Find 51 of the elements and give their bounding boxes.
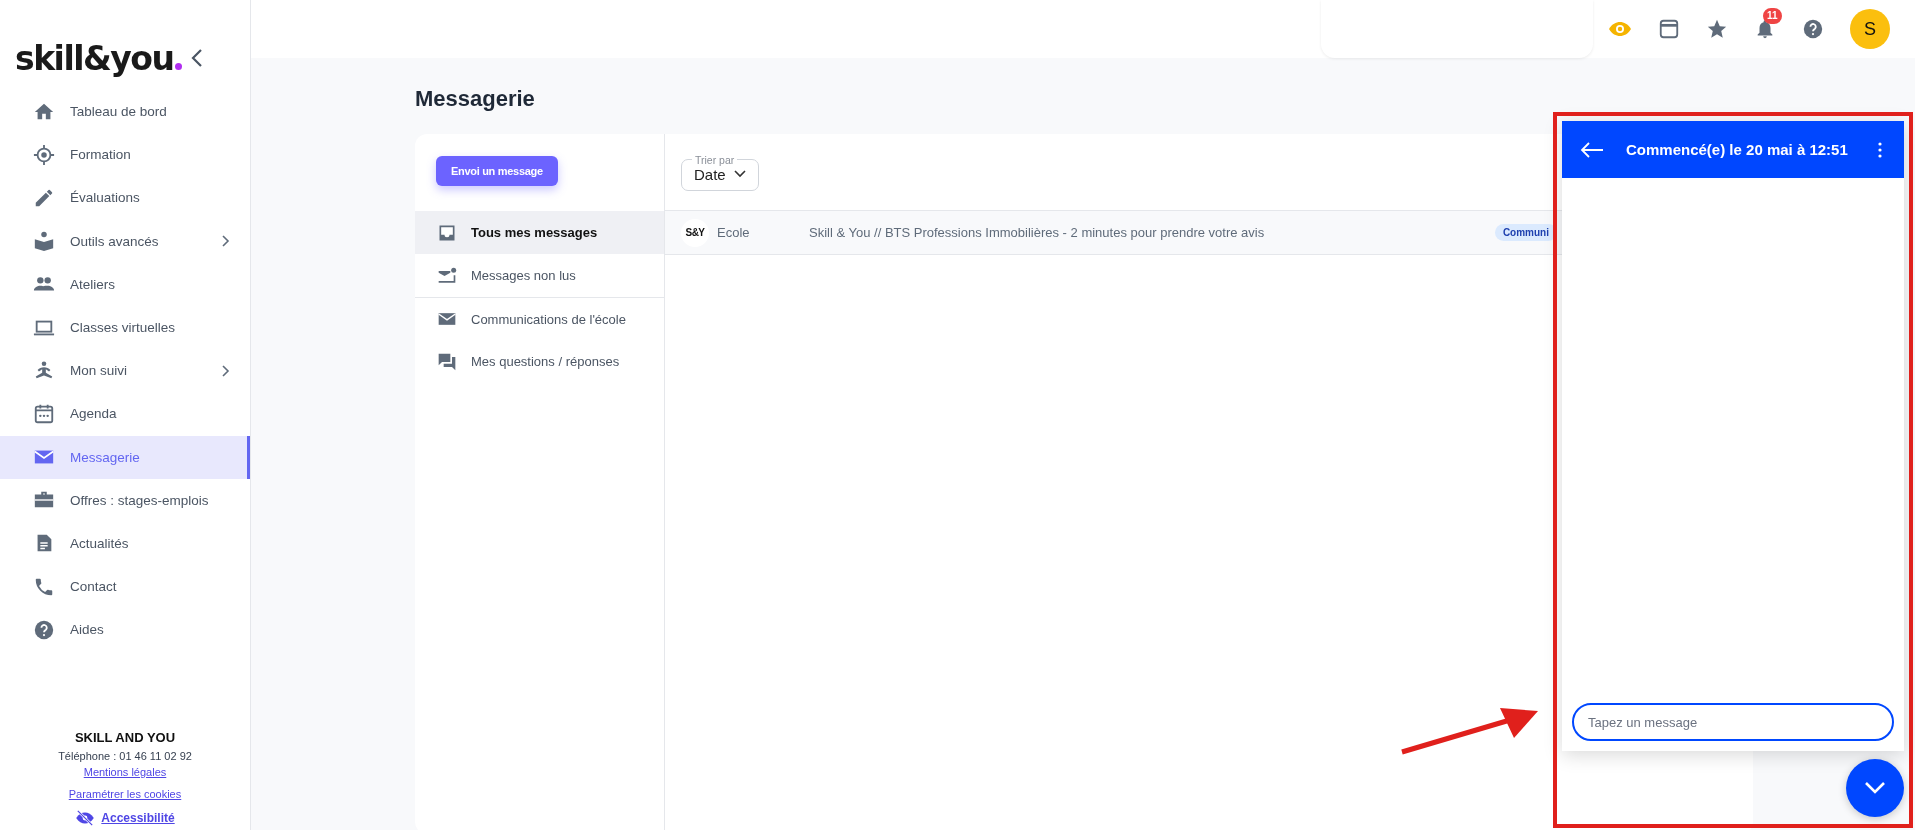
sidebar-item[interactable]: Tableau de bord bbox=[0, 90, 250, 134]
footer-link[interactable]: Paramétrer les cookies bbox=[68, 788, 182, 800]
compose-button[interactable]: Envoi un message bbox=[436, 156, 558, 186]
user-avatar[interactable]: S bbox=[1850, 9, 1890, 49]
message-sender: Ecole bbox=[717, 225, 751, 240]
sidebar-item[interactable]: Contact bbox=[0, 565, 250, 609]
message-input[interactable]: Tapez un message bbox=[1572, 703, 1894, 741]
window-icon[interactable] bbox=[1658, 18, 1680, 40]
book-reader-icon bbox=[33, 230, 55, 253]
company-name: SKILL AND YOU bbox=[74, 730, 176, 745]
logo: skill&you bbox=[15, 38, 183, 78]
message-subject: Skill & You // BTS Professions Immobilières - 2 minutes pour prendre votre avis bbox=[809, 225, 1266, 240]
more-options-icon[interactable] bbox=[1878, 141, 1882, 158]
help-icon[interactable] bbox=[1802, 18, 1824, 40]
unread-mail-icon bbox=[437, 265, 457, 286]
collapse-chevron-icon[interactable] bbox=[190, 47, 205, 69]
sidebar-item[interactable]: Mon suivi bbox=[0, 349, 250, 393]
sidebar-item[interactable]: Aides bbox=[0, 608, 250, 652]
help-icon bbox=[33, 618, 55, 641]
sidebar-item[interactable]: Ateliers bbox=[0, 262, 250, 306]
phone-number: Téléphone : 01 46 11 02 92 bbox=[58, 750, 192, 762]
page-title: Messagerie bbox=[415, 86, 536, 112]
chat-title: Commencé(e) le 20 mai à 12:51 bbox=[1626, 141, 1849, 158]
chevron-down-icon bbox=[733, 170, 746, 178]
folder-item[interactable]: Tous mes messages bbox=[415, 211, 664, 254]
chat-toggle-button[interactable] bbox=[1846, 759, 1904, 817]
sidebar-item[interactable]: Classes virtuelles bbox=[0, 305, 250, 350]
sort-label: Trier par bbox=[694, 153, 736, 166]
sidebar-item[interactable]: Offres : stages-emplois bbox=[0, 478, 250, 522]
sidebar-item[interactable]: Messagerie bbox=[0, 435, 250, 479]
sidebar-item[interactable]: Agenda bbox=[0, 392, 250, 436]
folder-item[interactable]: Messages non lus bbox=[415, 254, 664, 297]
folder-item[interactable]: Communications de l'école bbox=[415, 297, 664, 340]
back-arrow-icon[interactable] bbox=[1580, 141, 1604, 158]
footer-link[interactable]: Mentions légales bbox=[83, 766, 167, 778]
sidebar-item[interactable]: Actualités bbox=[0, 521, 250, 566]
eye-off-icon bbox=[75, 810, 96, 826]
chevron-down-icon bbox=[1864, 781, 1886, 795]
sender-logo: S&Y bbox=[681, 218, 709, 247]
star-icon[interactable] bbox=[1706, 18, 1728, 40]
chat-bubbles-icon bbox=[437, 351, 457, 372]
folder-item[interactable]: Mes questions / réponses bbox=[415, 340, 664, 383]
accessibility-link[interactable]: Accessibilité bbox=[101, 811, 175, 825]
sort-select[interactable]: Trier par Date bbox=[681, 153, 759, 191]
sort-value: Date bbox=[694, 165, 726, 183]
calendar-icon bbox=[33, 402, 55, 425]
sidebar-item[interactable]: Outils avancés bbox=[0, 219, 250, 263]
notification-count: 11 bbox=[1763, 8, 1782, 24]
sidebar-item[interactable]: Évaluations bbox=[0, 176, 250, 220]
sidebar-item[interactable]: Formation bbox=[0, 133, 250, 177]
target-icon bbox=[33, 143, 55, 166]
